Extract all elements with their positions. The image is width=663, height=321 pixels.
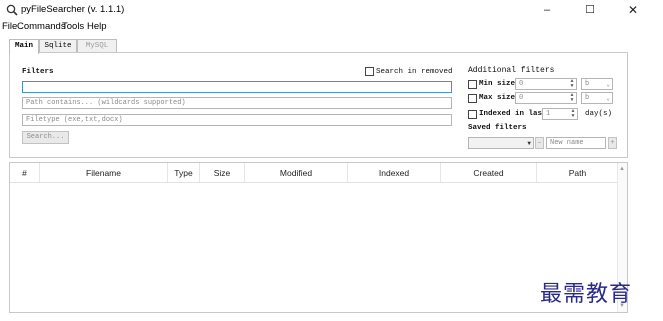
indexed-label: Indexed in last	[479, 110, 547, 118]
close-button[interactable]: ✕	[617, 0, 649, 20]
indexed-unit-label: day(s)	[585, 110, 613, 118]
column-header-filename[interactable]: Filename	[40, 163, 168, 183]
spin-arrows-icon[interactable]: ▲ ▼	[569, 93, 575, 103]
menu-help[interactable]: Help	[87, 21, 107, 32]
min-size-value: 0	[519, 80, 524, 88]
search-input[interactable]	[22, 81, 452, 93]
table-header: # Filename Type Size Modified Indexed Cr…	[10, 163, 618, 183]
max-size-spinbox[interactable]: 0 ▲ ▼	[515, 92, 577, 104]
indexed-checkbox[interactable]	[468, 110, 477, 119]
menu-file[interactable]: File	[2, 21, 17, 32]
column-header-size[interactable]: Size	[200, 163, 245, 183]
column-header-created[interactable]: Created	[441, 163, 537, 183]
max-size-unit: b	[585, 94, 590, 102]
main-panel: Filters Search in removed Path contains.…	[9, 52, 628, 158]
column-header-indexed[interactable]: Indexed	[348, 163, 441, 183]
menu-commands[interactable]: Commands	[17, 21, 66, 32]
remove-filter-button[interactable]: –	[535, 137, 544, 149]
max-size-value: 0	[519, 94, 524, 102]
max-size-checkbox[interactable]	[468, 94, 477, 103]
path-input[interactable]: Path contains... (wildcards supported)	[22, 97, 452, 109]
results-table[interactable]: # Filename Type Size Modified Indexed Cr…	[9, 162, 628, 313]
title-bar: pyFileSearcher (v. 1.1.1) – ☐ ✕	[0, 0, 663, 20]
tab-main[interactable]: Main	[9, 39, 39, 54]
filters-label: Filters	[22, 68, 54, 76]
min-size-checkbox[interactable]	[468, 80, 477, 89]
watermark-text: 最需教育	[540, 282, 633, 307]
triangle-down-icon: ▼	[527, 140, 531, 147]
scroll-up-icon[interactable]: ▲	[619, 166, 625, 172]
additional-filters-label: Additional filters	[468, 66, 555, 75]
search-button[interactable]: Search...	[22, 131, 69, 144]
menu-bar: File Commands Tools Help	[0, 19, 663, 35]
column-header-modified[interactable]: Modified	[245, 163, 348, 183]
tab-sqlite[interactable]: Sqlite	[39, 39, 77, 53]
min-size-spinbox[interactable]: 0 ▲ ▼	[515, 78, 577, 90]
search-in-removed-checkbox[interactable]	[365, 67, 374, 76]
column-header-number[interactable]: #	[10, 163, 40, 183]
indexed-spinbox[interactable]: 1 ▲ ▼	[542, 108, 578, 120]
minimize-button[interactable]: –	[531, 0, 563, 20]
max-size-unit-select[interactable]: b ⌄	[581, 92, 613, 104]
chevron-down-icon: ⌄	[606, 95, 610, 102]
min-size-label: Min size:	[479, 80, 520, 88]
spin-arrows-icon[interactable]: ▲ ▼	[570, 109, 576, 119]
maximize-button[interactable]: ☐	[574, 0, 606, 20]
min-size-unit-select[interactable]: b ⌄	[581, 78, 613, 90]
indexed-value: 1	[546, 110, 551, 118]
filetype-input[interactable]: Filetype (exe,txt,docx)	[22, 114, 452, 126]
column-header-type[interactable]: Type	[168, 163, 200, 183]
menu-tools[interactable]: Tools	[62, 21, 84, 32]
column-header-path[interactable]: Path	[537, 163, 618, 183]
max-size-label: Max size:	[479, 94, 520, 102]
min-size-unit: b	[585, 80, 590, 88]
search-in-removed-label: Search in removed	[376, 68, 453, 76]
saved-filters-select[interactable]: ▼	[468, 137, 534, 149]
add-filter-button[interactable]: +	[608, 137, 617, 149]
tab-mysql[interactable]: MySQL	[77, 39, 117, 53]
chevron-down-icon: ⌄	[606, 81, 610, 88]
magnifier-icon	[6, 4, 18, 16]
new-filter-name-input[interactable]: New name	[546, 137, 606, 149]
window-title: pyFileSearcher (v. 1.1.1)	[21, 4, 125, 15]
saved-filters-label: Saved filters	[468, 124, 527, 132]
spin-arrows-icon[interactable]: ▲ ▼	[569, 79, 575, 89]
